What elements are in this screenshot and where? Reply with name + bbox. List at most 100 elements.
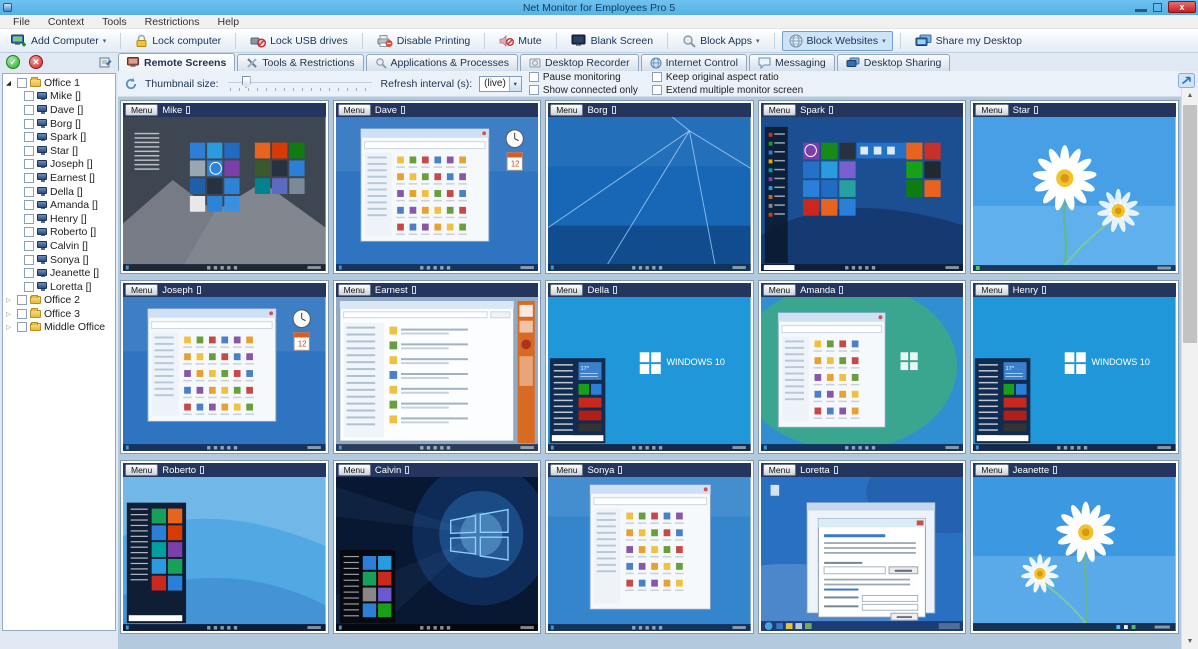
blank-screen-button[interactable]: Blank Screen [564, 31, 660, 51]
tree-item-jeanette[interactable]: Jeanette [] [3, 266, 115, 280]
lock-computer-button[interactable]: Lock computer [128, 31, 228, 51]
tree-item-spark[interactable]: Spark [] [3, 130, 115, 144]
tree-item-borg[interactable]: Borg [] [3, 117, 115, 131]
cell-menu-button[interactable]: Menu [550, 464, 583, 476]
expand-view-icon[interactable] [1178, 73, 1195, 88]
refresh-interval-select[interactable]: (live) ▾ [479, 76, 522, 92]
cell-menu-button[interactable]: Menu [763, 464, 796, 476]
expand-icon[interactable]: ▷ [6, 296, 14, 304]
computer-checkbox[interactable] [24, 91, 34, 101]
add-computer-button[interactable]: Add Computer▾ [4, 31, 113, 51]
computer-checkbox[interactable] [24, 255, 34, 265]
tab-desktop-recorder[interactable]: Desktop Recorder [520, 54, 639, 71]
computer-checkbox[interactable] [24, 146, 34, 156]
checkbox-box[interactable] [529, 72, 539, 82]
collapse-icon[interactable]: ◢ [6, 79, 14, 87]
computer-checkbox[interactable] [24, 241, 34, 251]
screen-cell-henry[interactable]: MenuHenryWINDOWS 1017° [970, 280, 1179, 454]
minimize-button[interactable] [1135, 9, 1147, 12]
computer-checkbox[interactable] [24, 159, 34, 169]
checkbox-option[interactable]: Extend multiple monitor screen [652, 85, 803, 96]
tree-item-sonya[interactable]: Sonya [] [3, 253, 115, 267]
menu-restrictions[interactable]: Restrictions [136, 16, 209, 28]
cell-menu-button[interactable]: Menu [125, 104, 158, 116]
cell-menu-button[interactable]: Menu [125, 464, 158, 476]
computer-checkbox[interactable] [24, 187, 34, 197]
tree-item-mike[interactable]: Mike [] [3, 90, 115, 104]
disconnect-button[interactable]: ✕ [29, 55, 43, 69]
block-websites-button[interactable]: Block Websites▾ [782, 31, 893, 51]
screen-cell-dave[interactable]: MenuDave12 [333, 100, 542, 274]
cell-menu-button[interactable]: Menu [338, 104, 371, 116]
connect-button[interactable]: ✓ [6, 55, 20, 69]
maximize-button[interactable] [1153, 3, 1162, 12]
remote-screen-thumbnail[interactable] [761, 477, 964, 631]
menu-file[interactable]: File [4, 16, 39, 28]
remote-screen-thumbnail[interactable] [548, 477, 751, 631]
checkbox-option[interactable]: Keep original aspect ratio [652, 72, 803, 83]
scrollbar-thumb[interactable] [1183, 105, 1197, 343]
group-checkbox[interactable] [17, 309, 27, 319]
cell-menu-button[interactable]: Menu [975, 464, 1008, 476]
remote-screen-thumbnail[interactable] [761, 117, 964, 271]
cell-menu-button[interactable]: Menu [763, 284, 796, 296]
tab-tools-restrictions[interactable]: Tools & Restrictions [237, 54, 363, 71]
screen-cell-della[interactable]: MenuDellaWINDOWS 1017° [545, 280, 754, 454]
tab-desktop-sharing[interactable]: Desktop Sharing [837, 54, 951, 71]
expand-icon[interactable]: ▷ [6, 310, 14, 318]
disable-printing-button[interactable]: Disable Printing [370, 31, 478, 51]
tab-internet-control[interactable]: Internet Control [641, 54, 747, 71]
tree-item-della[interactable]: Della [] [3, 185, 115, 199]
remote-screen-thumbnail[interactable] [123, 477, 326, 631]
remote-screen-thumbnail[interactable] [336, 477, 539, 631]
cell-menu-button[interactable]: Menu [125, 284, 158, 296]
computer-checkbox[interactable] [24, 105, 34, 115]
cell-menu-button[interactable]: Menu [550, 104, 583, 116]
refresh-icon[interactable] [124, 77, 138, 91]
scroll-up-icon[interactable]: ▲ [1182, 88, 1198, 103]
computer-checkbox[interactable] [24, 214, 34, 224]
cell-menu-button[interactable]: Menu [975, 104, 1008, 116]
computer-checkbox[interactable] [24, 173, 34, 183]
tree-item-dave[interactable]: Dave [] [3, 103, 115, 117]
group-checkbox[interactable] [17, 322, 27, 332]
remote-screen-thumbnail[interactable]: 12 [336, 117, 539, 271]
vertical-scrollbar[interactable]: ▲ ▼ [1181, 88, 1198, 649]
remote-screen-thumbnail[interactable]: 12 [123, 297, 326, 451]
checkbox-box[interactable] [652, 72, 662, 82]
checkbox-option[interactable]: Show connected only [529, 85, 638, 96]
screen-cell-amanda[interactable]: MenuAmanda [758, 280, 967, 454]
lock-usb-button[interactable]: Lock USB drives [243, 31, 355, 51]
tree-group-middle-office[interactable]: ▷Middle Office [3, 321, 115, 335]
menu-context[interactable]: Context [39, 16, 93, 28]
tree-item-henry[interactable]: Henry [] [3, 212, 115, 226]
computer-tree[interactable]: ◢Office 1Mike []Dave []Borg []Spark []St… [2, 73, 116, 631]
group-checkbox[interactable] [17, 78, 27, 88]
tree-item-calvin[interactable]: Calvin [] [3, 239, 115, 253]
close-button[interactable]: x [1168, 1, 1196, 13]
checkbox-box[interactable] [652, 85, 662, 95]
screen-cell-roberto[interactable]: MenuRoberto [120, 460, 329, 634]
mute-button[interactable]: Mute [492, 31, 548, 51]
computer-checkbox[interactable] [24, 227, 34, 237]
chevron-down-icon[interactable]: ▾ [509, 77, 521, 91]
screen-cell-spark[interactable]: MenuSpark [758, 100, 967, 274]
computer-checkbox[interactable] [24, 282, 34, 292]
screen-cell-earnest[interactable]: MenuEarnest [333, 280, 542, 454]
screen-cell-joseph[interactable]: MenuJoseph12 [120, 280, 329, 454]
tab-messaging[interactable]: Messaging [749, 54, 835, 71]
menu-tools[interactable]: Tools [93, 16, 136, 28]
tree-item-amanda[interactable]: Amanda [] [3, 198, 115, 212]
screen-cell-star[interactable]: MenuStar [970, 100, 1179, 274]
tree-item-star[interactable]: Star [] [3, 144, 115, 158]
thumbnail-size-slider[interactable] [226, 75, 374, 92]
remote-screen-thumbnail[interactable] [761, 297, 964, 451]
screen-cell-jeanette[interactable]: MenuJeanette [970, 460, 1179, 634]
tree-item-roberto[interactable]: Roberto [] [3, 226, 115, 240]
tree-item-joseph[interactable]: Joseph [] [3, 158, 115, 172]
remote-screen-thumbnail[interactable] [973, 117, 1176, 271]
slider-thumb[interactable] [242, 76, 251, 88]
remote-screen-thumbnail[interactable]: WINDOWS 1017° [548, 297, 751, 451]
remote-screen-thumbnail[interactable] [123, 117, 326, 271]
menu-help[interactable]: Help [208, 16, 248, 28]
